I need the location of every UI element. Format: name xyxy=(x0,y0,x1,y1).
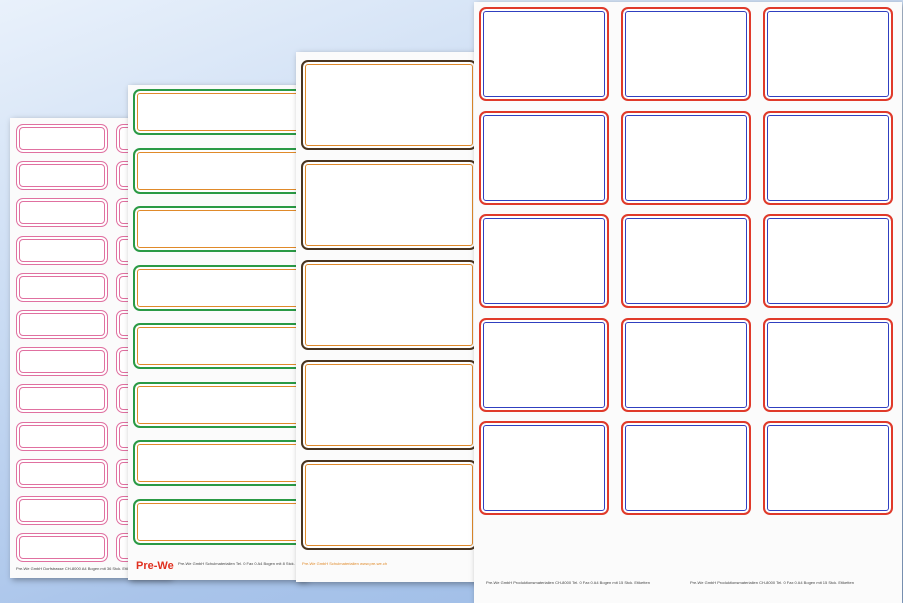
label-blank xyxy=(16,347,108,377)
label-blank xyxy=(301,60,477,150)
label-blank xyxy=(16,458,108,488)
label-blank xyxy=(16,161,108,191)
label-blank xyxy=(763,317,893,412)
label-blank xyxy=(133,206,303,252)
label-blank xyxy=(621,214,751,308)
label-blank xyxy=(479,214,609,308)
label-blank xyxy=(133,147,303,194)
label-blank xyxy=(301,160,477,250)
blue-red-label-sheet: Pre-We GmbH Produktionsmaterialien CH-80… xyxy=(474,2,902,603)
brown-sheet-footer: Pre-We GmbH Schulmaterialien www.pre-we.… xyxy=(302,561,388,566)
label-blank xyxy=(133,440,303,486)
label-blank xyxy=(763,214,893,308)
label-blank xyxy=(621,110,751,205)
brown-label-sheet: Pre-We GmbH Schulmaterialien www.pre-we.… xyxy=(296,52,486,582)
label-blank xyxy=(479,421,609,515)
label-blank xyxy=(16,496,108,525)
label-blank xyxy=(16,421,108,451)
label-blank xyxy=(16,533,108,563)
green-label-sheet: Pre-We Pre-We GmbH Schulmaterialien Tel.… xyxy=(128,85,306,580)
label-blank xyxy=(16,384,108,414)
label-blank xyxy=(133,381,303,428)
label-blank xyxy=(16,198,108,228)
label-blank xyxy=(621,317,751,412)
label-blank xyxy=(16,272,108,302)
label-blank xyxy=(479,7,609,101)
brand-logo: Pre-We xyxy=(136,560,174,572)
label-blank xyxy=(133,498,303,545)
label-blank xyxy=(763,110,893,205)
label-blank xyxy=(763,7,893,101)
green-sheet-footer: Pre-We GmbH Schulmaterialien Tel. 0 Fax … xyxy=(178,561,298,566)
label-blank xyxy=(133,264,303,311)
label-blank xyxy=(621,7,751,101)
label-blank xyxy=(621,421,751,515)
blue-red-footer-left: Pre-We GmbH Produktionsmaterialien CH-80… xyxy=(486,580,650,585)
label-blank xyxy=(133,323,303,369)
label-blank xyxy=(133,89,303,135)
blue-red-footer-right: Pre-We GmbH Produktionsmaterialien CH-80… xyxy=(690,580,854,585)
label-blank xyxy=(16,124,108,153)
label-blank xyxy=(479,110,609,205)
label-blank xyxy=(479,317,609,412)
label-blank xyxy=(301,260,477,350)
label-blank xyxy=(301,460,477,550)
label-blank xyxy=(763,421,893,515)
label-blank xyxy=(301,360,477,450)
label-blank xyxy=(16,235,108,265)
label-blank xyxy=(16,310,108,339)
